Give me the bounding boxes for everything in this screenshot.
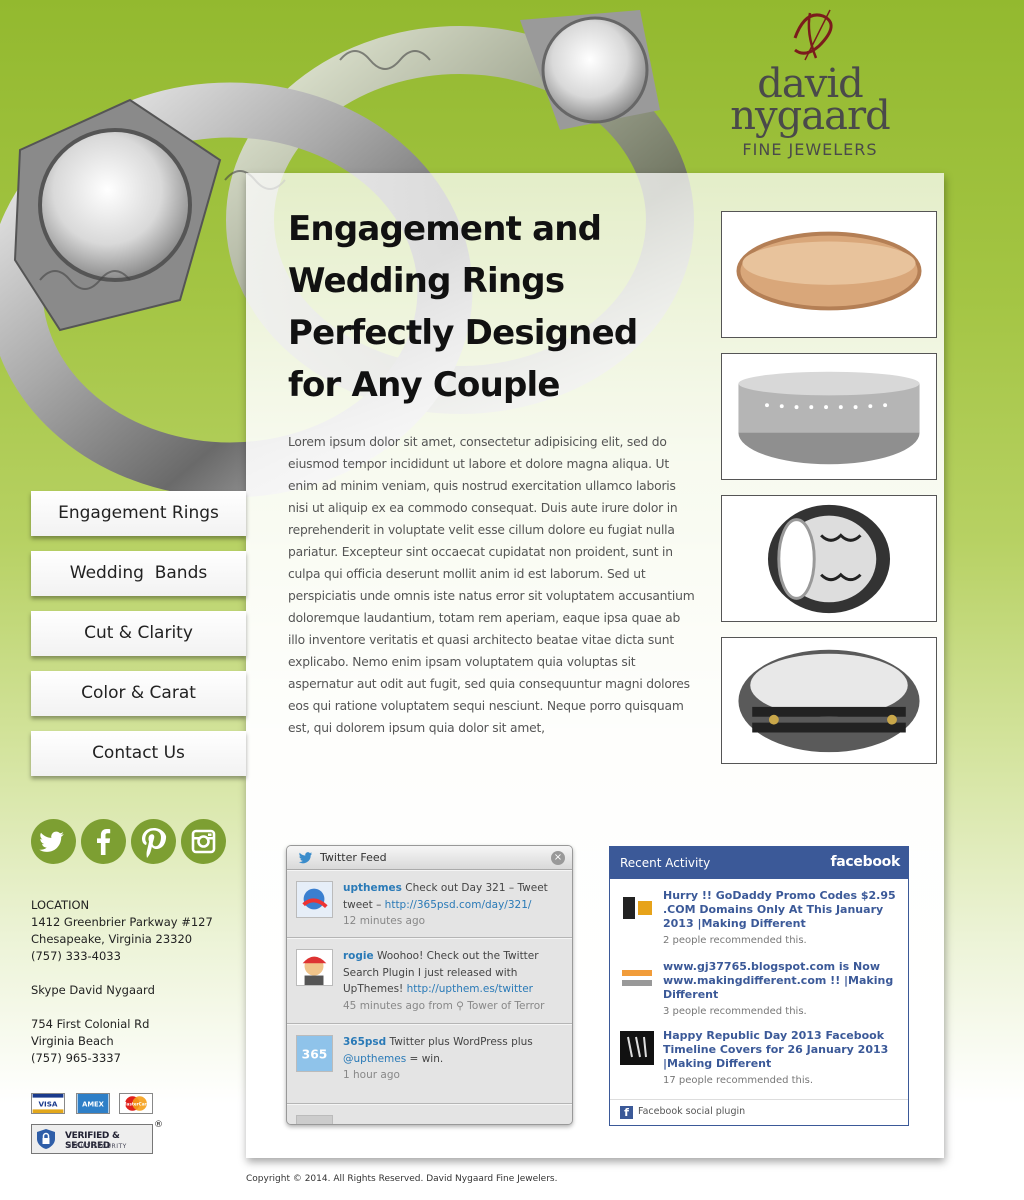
page-headline: Engagement and Wedding Rings Perfectly D… <box>288 209 638 405</box>
ring-thumbnail-diamond-band[interactable] <box>721 353 937 480</box>
pinterest-icon[interactable] <box>131 819 176 864</box>
verify-security-label: VERIFY SECURITY <box>67 1143 127 1150</box>
tweet-text: upthemes Check out Day 321 – Tweet tweet… <box>343 880 565 930</box>
contact-info: LOCATION 1412 Greenbrier Parkway #127 Ch… <box>31 897 241 1067</box>
visa-label: VISA <box>38 1100 57 1109</box>
address-line: 1412 Greenbrier Parkway #127 <box>31 915 213 929</box>
tweet-link[interactable]: http://365psd.com/day/321/ <box>385 899 532 911</box>
tweet-timestamp: 1 hour ago <box>343 1069 400 1081</box>
skype-contact[interactable]: Skype David Nygaard <box>31 982 241 999</box>
tweet-mention[interactable]: @upthemes <box>343 1053 406 1065</box>
avatar <box>296 1115 333 1124</box>
ring-thumbnail-gold-band[interactable] <box>721 211 937 338</box>
nav-engagement-rings[interactable]: Engagement Rings <box>31 491 246 536</box>
nav-cut-clarity[interactable]: Cut & Clarity <box>31 611 246 656</box>
mastercard-card-icon: MasterCard <box>119 1093 153 1114</box>
activity-link[interactable]: Happy Republic Day 2013 Facebook Timelin… <box>663 1029 903 1071</box>
avatar[interactable] <box>296 881 333 918</box>
activity-thumbnail[interactable] <box>620 891 654 925</box>
amex-label: AMEX <box>82 1101 105 1109</box>
brand-tagline: FINE JEWELERS <box>742 140 878 159</box>
cable-band-image <box>738 649 920 753</box>
nav-contact-us[interactable]: Contact Us <box>31 731 246 776</box>
address-line: Chesapeake, Virginia 23320 <box>31 932 193 946</box>
tweet-timestamp: 12 minutes ago <box>343 915 426 927</box>
registered-mark: ® <box>154 1120 163 1130</box>
activity-thumbnail[interactable] <box>620 1031 654 1065</box>
close-icon[interactable]: × <box>551 851 565 865</box>
avatar[interactable] <box>296 949 333 986</box>
facebook-widget-footer: f Facebook social plugin <box>610 1099 908 1125</box>
activity-thumbnail[interactable] <box>620 962 654 996</box>
facebook-plugin-label[interactable]: Facebook social plugin <box>638 1106 745 1117</box>
lock-shield-icon <box>37 1129 55 1149</box>
tweet-username[interactable]: upthemes <box>343 882 402 894</box>
activity-meta: 17 people recommended this. <box>663 1075 814 1086</box>
nav-wedding-bands[interactable]: Wedding Bands <box>31 551 246 596</box>
phone-number[interactable]: (757) 965-3337 <box>31 1050 241 1067</box>
tweet-item-partial <box>287 1104 572 1124</box>
facebook-widget-title: Recent Activity <box>620 856 711 870</box>
activity-link[interactable]: Hurry !! GoDaddy Promo Codes $2.95 .COM … <box>663 889 903 931</box>
twitter-feed-header: Twitter Feed × <box>287 846 572 870</box>
location-heading: LOCATION <box>31 898 90 912</box>
mastercard-label: MasterCard <box>122 1101 149 1106</box>
amex-card-icon: AMEX <box>76 1093 110 1114</box>
facebook-logo[interactable]: facebook <box>830 854 900 870</box>
activity-meta: 2 people recommended this. <box>663 935 807 946</box>
svg-text:365: 365 <box>302 1048 328 1062</box>
tweet-item: upthemes Check out Day 321 – Tweet tweet… <box>287 870 572 938</box>
brand-logo[interactable]: david nygaard FINE JEWELERS <box>725 8 895 159</box>
avatar[interactable]: 365 <box>296 1035 333 1072</box>
instagram-icon[interactable] <box>181 819 226 864</box>
ring-thumbnail-cable-band[interactable] <box>721 637 937 764</box>
tweet-username[interactable]: rogie <box>343 950 374 962</box>
brand-name-last: nygaard <box>730 93 890 139</box>
facebook-widget-header: Recent Activity facebook <box>610 847 908 879</box>
facebook-activity-widget: Recent Activity facebook Hurry !! GoDadd… <box>609 846 909 1126</box>
verified-secured-badge[interactable]: VERIFIED & SECURED VERIFY SECURITY <box>31 1124 153 1154</box>
copyright-notice: Copyright © 2014. All Rights Reserved. D… <box>246 1174 558 1184</box>
tweet-item: 365 365psd Twitter plus WordPress plus @… <box>287 1024 572 1104</box>
tweet-item: rogie Woohoo! Check out the Twitter Sear… <box>287 938 572 1024</box>
facebook-icon[interactable] <box>81 819 126 864</box>
phone-number[interactable]: (757) 333-4033 <box>31 948 241 965</box>
ring-thumbnail-filigree-band[interactable] <box>721 495 937 622</box>
intro-paragraph: Lorem ipsum dolor sit amet, consectetur … <box>288 435 695 735</box>
address-line: Virginia Beach <box>31 1034 114 1048</box>
filigree-band-image <box>767 504 891 614</box>
activity-link[interactable]: www.gj37765.blogspot.com is Now www.maki… <box>663 960 903 1002</box>
tweet-text: 365psd Twitter plus WordPress plus @upth… <box>343 1034 565 1084</box>
twitter-bird-icon <box>298 852 312 864</box>
tweet-text: rogie Woohoo! Check out the Twitter Sear… <box>343 948 565 1014</box>
address-line: 754 First Colonial Rd <box>31 1017 150 1031</box>
visa-card-icon: VISA <box>31 1093 65 1114</box>
nav-color-carat[interactable]: Color & Carat <box>31 671 246 716</box>
twitter-icon[interactable] <box>31 819 76 864</box>
twitter-feed-title: Twitter Feed <box>320 851 387 864</box>
tweet-link[interactable]: http://upthem.es/twitter <box>407 983 533 995</box>
tweet-username[interactable]: 365psd <box>343 1036 386 1048</box>
gold-band-image <box>736 231 922 311</box>
activity-meta: 3 people recommended this. <box>663 1006 807 1017</box>
facebook-icon: f <box>620 1106 633 1119</box>
monogram-icon <box>793 9 833 61</box>
tweet-timestamp: 45 minutes ago from ⚲ Tower of Terror <box>343 999 545 1012</box>
diamond-band-image <box>738 371 920 465</box>
twitter-feed-widget: Twitter Feed × upthemes Check out Day 32… <box>286 845 573 1125</box>
